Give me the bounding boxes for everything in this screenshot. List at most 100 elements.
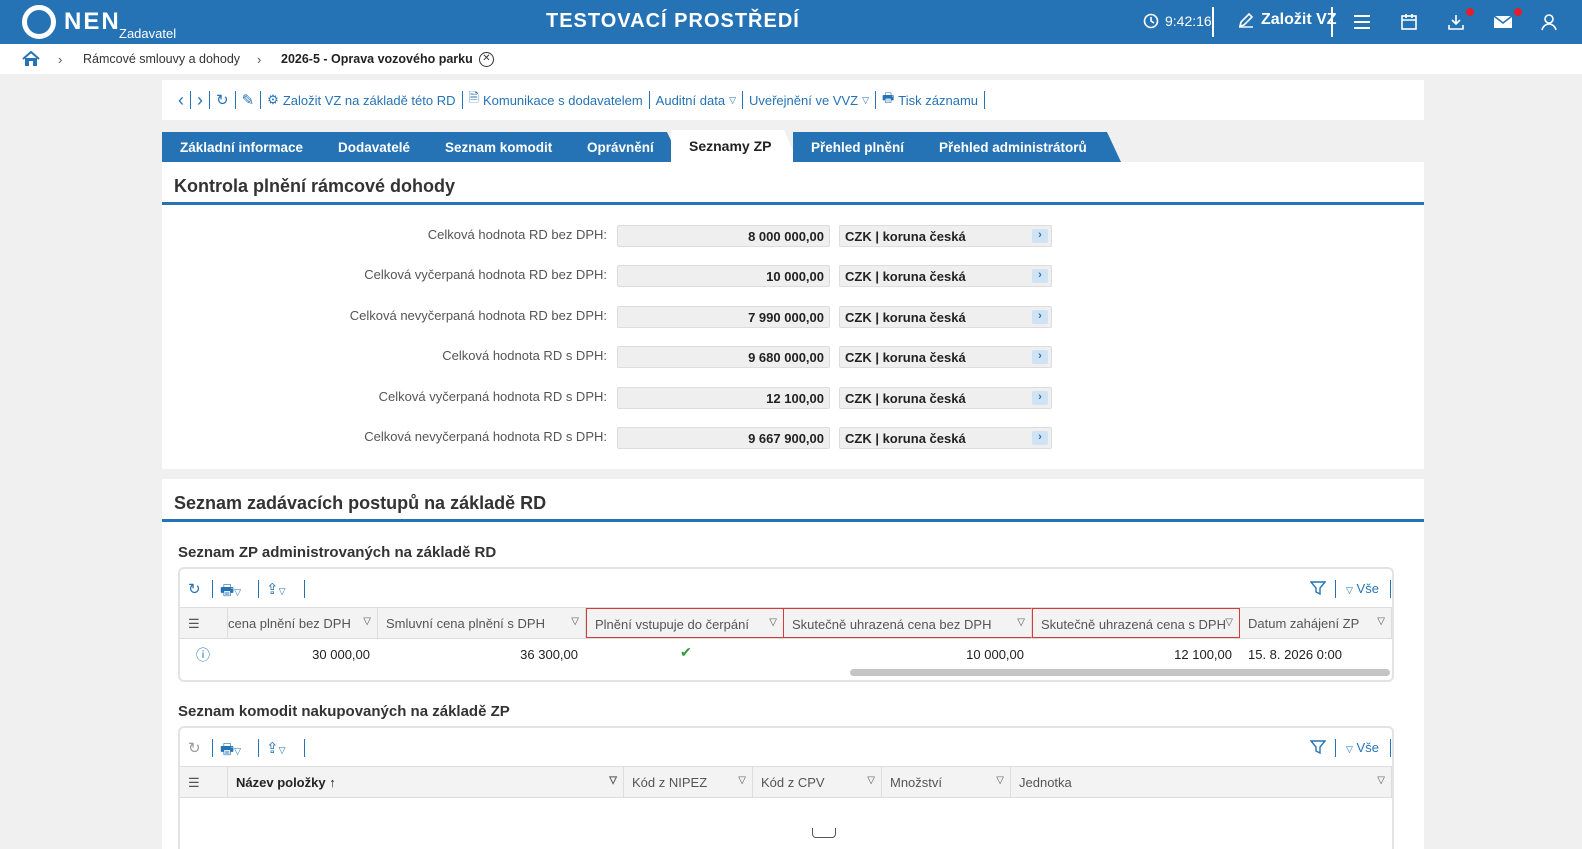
currency-field[interactable]: CZK | koruna česká › — [839, 427, 1052, 449]
filter-all-menu[interactable]: ▽ Vše — [1346, 581, 1379, 596]
settings-icon: ☰ — [188, 616, 200, 631]
publish-vvz-menu[interactable]: Uveřejnění ve VVZ ▽ — [743, 91, 877, 109]
open-currency-icon[interactable]: › — [1032, 431, 1048, 445]
horizontal-scrollbar[interactable] — [850, 669, 1390, 676]
open-currency-icon[interactable]: › — [1032, 391, 1048, 405]
field-row: Celková hodnota RD bez DPH: 8 000 000,00… — [162, 225, 1424, 247]
create-vz-button[interactable]: Založit VZ — [1237, 11, 1337, 29]
export-icon[interactable]: ⇪▽ — [266, 580, 286, 598]
tab-basic-info[interactable]: Základní informace — [162, 132, 334, 162]
column-header[interactable]: Smluvní cena plnění s DPH ▽ — [378, 608, 586, 638]
filter-icon[interactable] — [1309, 580, 1327, 600]
info-icon[interactable]: ⓘ — [196, 645, 210, 665]
caret-down-icon: ▽ — [996, 775, 1004, 786]
divider — [212, 580, 213, 598]
tab-suppliers[interactable]: Dodavatelé — [320, 132, 442, 162]
print-record-button[interactable]: 🖶 Tisk záznamu — [876, 90, 986, 109]
download-icon[interactable] — [1445, 11, 1467, 33]
field-label: Celková vyčerpaná hodnota RD s DPH: — [378, 389, 607, 404]
create-from-rd-button[interactable]: ⚙ Založit VZ na základě této RD — [261, 91, 463, 109]
zp-list-panel: Seznam zadávacích postupů na základě RD … — [162, 479, 1424, 849]
currency-field[interactable]: CZK | koruna česká › — [839, 387, 1052, 409]
edit-button[interactable]: ✎ — [236, 91, 262, 109]
column-label: Jednotka — [1019, 775, 1072, 790]
breadcrumb-item-framework[interactable]: Rámcové smlouvy a dohody — [83, 52, 240, 66]
column-header[interactable]: Datum zahájení ZP ▽ — [1240, 608, 1392, 638]
column-label: Kód z CPV — [761, 775, 825, 790]
caret-down-icon: ▽ — [769, 617, 777, 628]
refresh-icon[interactable]: ↻ — [188, 739, 201, 757]
printer-icon[interactable]: 🖶▽ — [220, 580, 241, 605]
open-currency-icon[interactable]: › — [1032, 310, 1048, 324]
open-currency-icon[interactable]: › — [1032, 229, 1048, 243]
title-rule — [162, 202, 1424, 205]
refresh-icon[interactable]: ↻ — [188, 580, 201, 598]
filter-all-menu[interactable]: ▽ Vše — [1346, 740, 1379, 755]
column-header-highlighted[interactable]: Skutečně uhrazená cena bez DPH ▽ — [784, 608, 1032, 638]
cell-start-date: 15. 8. 2026 0:00 — [1248, 647, 1342, 662]
chevron-right-icon: › — [58, 52, 63, 67]
nen-logo-icon[interactable] — [22, 5, 56, 39]
refresh-icon: ↻ — [216, 92, 229, 109]
export-icon[interactable]: ⇪▽ — [266, 739, 286, 757]
field-value: 8 000 000,00 — [617, 225, 830, 247]
printer-icon[interactable]: 🖶▽ — [220, 739, 241, 764]
column-label: Množství — [890, 775, 943, 790]
column-header-highlighted[interactable]: Plnění vstupuje do čerpání ▽ — [586, 608, 784, 638]
user-icon[interactable] — [1538, 11, 1560, 33]
field-row: Celková nevyčerpaná hodnota RD s DPH: 9 … — [162, 427, 1424, 449]
column-header[interactable]: Kód z CPV ▽ — [753, 767, 882, 797]
field-value: 10 000,00 — [617, 265, 830, 287]
open-currency-icon[interactable]: › — [1032, 350, 1048, 364]
communication-button[interactable]: 🗎 Komunikace s dodavatelem — [463, 90, 650, 109]
tab-administrators-overview[interactable]: Přehled administrátorů — [921, 132, 1121, 162]
field-row: Celková hodnota RD s DPH: 9 680 000,00 C… — [162, 346, 1424, 368]
breadcrumb-item-current[interactable]: 2026-5 - Oprava vozového parku — [281, 52, 473, 66]
mail-icon[interactable] — [1492, 11, 1514, 33]
field-value: 9 680 000,00 — [617, 346, 830, 368]
column-header[interactable]: cena plnění bez DPH ▽ — [228, 608, 378, 638]
currency-label: CZK | koruna česká — [845, 350, 966, 365]
control-panel: Kontrola plnění rámcové dohody Celková h… — [162, 162, 1424, 469]
divider — [1331, 7, 1333, 37]
currency-field[interactable]: CZK | koruna česká › — [839, 306, 1052, 328]
column-header[interactable]: Množství ▽ — [882, 767, 1011, 797]
tab-fulfilment-overview[interactable]: Přehled plnění — [793, 132, 935, 162]
close-icon[interactable]: ✕ — [479, 52, 494, 67]
field-value: 9 667 900,00 — [617, 427, 830, 449]
column-settings-button[interactable]: ☰ — [180, 608, 228, 638]
chevron-right-icon: › — [197, 89, 203, 110]
currency-field[interactable]: CZK | koruna česká › — [839, 225, 1052, 247]
refresh-button[interactable]: ↻ — [210, 91, 236, 109]
cell-price-no-vat: 30 000,00 — [312, 647, 370, 662]
audit-data-menu[interactable]: Auditní data ▽ — [650, 91, 743, 109]
currency-field[interactable]: CZK | koruna česká › — [839, 265, 1052, 287]
back-button[interactable]: ‹ — [172, 89, 191, 110]
column-header[interactable]: Jednotka ▽ — [1011, 767, 1392, 797]
column-header-highlighted[interactable]: Skutečně uhrazená cena s DPH ▽ — [1032, 608, 1240, 638]
currency-field[interactable]: CZK | koruna česká › — [839, 346, 1052, 368]
column-header[interactable]: Název položky ↑ ▽ — [228, 767, 624, 797]
tab-zp-lists[interactable]: Seznamy ZP — [671, 130, 798, 162]
menu-icon[interactable] — [1351, 11, 1373, 33]
filter-icon[interactable] — [1309, 739, 1327, 759]
open-currency-icon[interactable]: › — [1032, 269, 1048, 283]
document-icon: 🗎 — [468, 90, 479, 105]
calendar-icon[interactable] — [1398, 11, 1420, 33]
field-value: 7 990 000,00 — [617, 306, 830, 328]
empty-tray-icon — [812, 828, 836, 838]
home-icon[interactable] — [22, 50, 40, 70]
tab-permissions[interactable]: Oprávnění — [569, 132, 681, 162]
filter-all-label: Vše — [1356, 581, 1379, 596]
column-header[interactable]: Kód z NIPEZ ▽ — [624, 767, 753, 797]
tab-commodities[interactable]: Seznam komodit — [427, 132, 585, 162]
field-row: Celková vyčerpaná hodnota RD s DPH: 12 1… — [162, 387, 1424, 409]
divider — [1390, 739, 1391, 757]
forward-button[interactable]: › — [191, 89, 210, 110]
caret-down-icon: ▽ — [867, 775, 875, 786]
chevron-left-icon: ‹ — [178, 89, 184, 110]
caret-down-icon: ▽ — [571, 616, 579, 627]
grid-header: ☰ cena plnění bez DPH ▽ Smluvní cena plně… — [180, 607, 1392, 639]
column-settings-button[interactable]: ☰ — [180, 767, 228, 797]
table-row[interactable]: ⓘ 30 000,00 36 300,00 ✔ 10 000,00 12 100… — [180, 641, 1392, 667]
